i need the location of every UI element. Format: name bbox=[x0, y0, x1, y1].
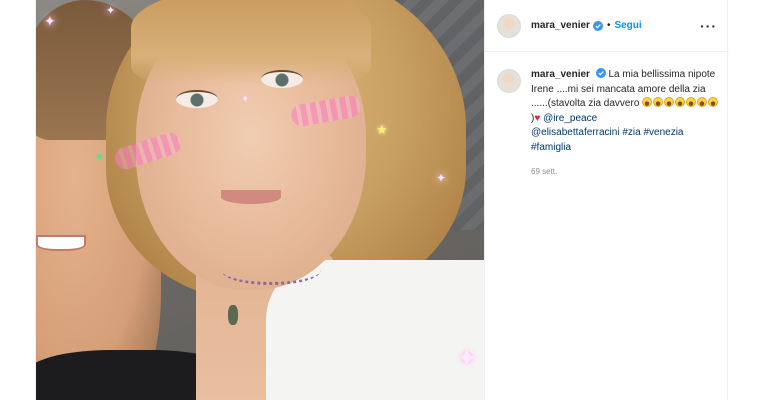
post-header: mara_venier • Segui ··· bbox=[485, 0, 729, 52]
left-person-smile bbox=[36, 235, 86, 251]
post-caption: mara_venier La mia bellissima nipote Ire… bbox=[497, 68, 721, 180]
post-timestamp[interactable]: 69 sett. bbox=[531, 165, 721, 180]
avatar[interactable] bbox=[497, 69, 521, 93]
laughing-emoji-icon bbox=[686, 97, 697, 107]
heart-sticker-icon: ♥ bbox=[96, 150, 104, 164]
hashtag-link[interactable]: #zia bbox=[622, 127, 640, 138]
instagram-post: ✦ ✦ ✦ ✦ ✦ ★ ♥ mara_venier • Segui ··· ma… bbox=[35, 0, 729, 400]
laughing-emoji-icon bbox=[642, 97, 653, 107]
right-person-bangs bbox=[131, 0, 371, 85]
hashtag-link[interactable]: #famiglia bbox=[531, 142, 571, 153]
sparkle-icon: ✦ bbox=[44, 13, 56, 29]
left-eye bbox=[176, 90, 218, 108]
laugh-emoji-group bbox=[642, 97, 719, 109]
header-username[interactable]: mara_venier bbox=[531, 20, 590, 31]
beaded-necklace bbox=[221, 255, 321, 285]
hashtag-link[interactable]: #venezia bbox=[643, 127, 683, 138]
laughing-emoji-icon bbox=[653, 97, 664, 107]
laughing-emoji-icon bbox=[664, 97, 675, 107]
caption-username[interactable]: mara_venier bbox=[531, 69, 590, 80]
star-sticker-icon: ★ bbox=[376, 122, 388, 137]
sparkle-icon: ✦ bbox=[436, 171, 447, 185]
verified-badge-icon bbox=[592, 20, 603, 31]
laughing-emoji-icon bbox=[697, 97, 708, 107]
laughing-emoji-icon bbox=[675, 97, 686, 107]
post-photo[interactable]: ✦ ✦ ✦ ✦ ✦ ★ ♥ bbox=[36, 0, 484, 400]
pendant bbox=[228, 305, 238, 325]
verified-badge-icon bbox=[595, 68, 606, 78]
laughing-emoji-icon bbox=[708, 97, 719, 107]
separator-dot: • bbox=[606, 20, 611, 31]
mention-link[interactable]: @elisabettaferracini bbox=[531, 127, 620, 138]
caption-body: mara_venier La mia bellissima nipote Ire… bbox=[531, 68, 721, 180]
more-options-icon[interactable]: ··· bbox=[700, 19, 717, 33]
follow-button[interactable]: Segui bbox=[614, 20, 641, 31]
sparkle-icon: ✦ bbox=[456, 343, 478, 373]
post-side-panel: mara_venier • Segui ··· mara_venier La m… bbox=[484, 0, 729, 400]
right-eye bbox=[261, 70, 303, 88]
mouth bbox=[221, 190, 281, 204]
red-heart-icon: ♥ bbox=[534, 112, 541, 124]
mention-link[interactable]: @ire_peace bbox=[543, 113, 597, 124]
sparkle-icon: ✦ bbox=[106, 5, 116, 17]
sparkle-icon: ✦ bbox=[241, 94, 250, 105]
avatar[interactable] bbox=[497, 13, 521, 38]
